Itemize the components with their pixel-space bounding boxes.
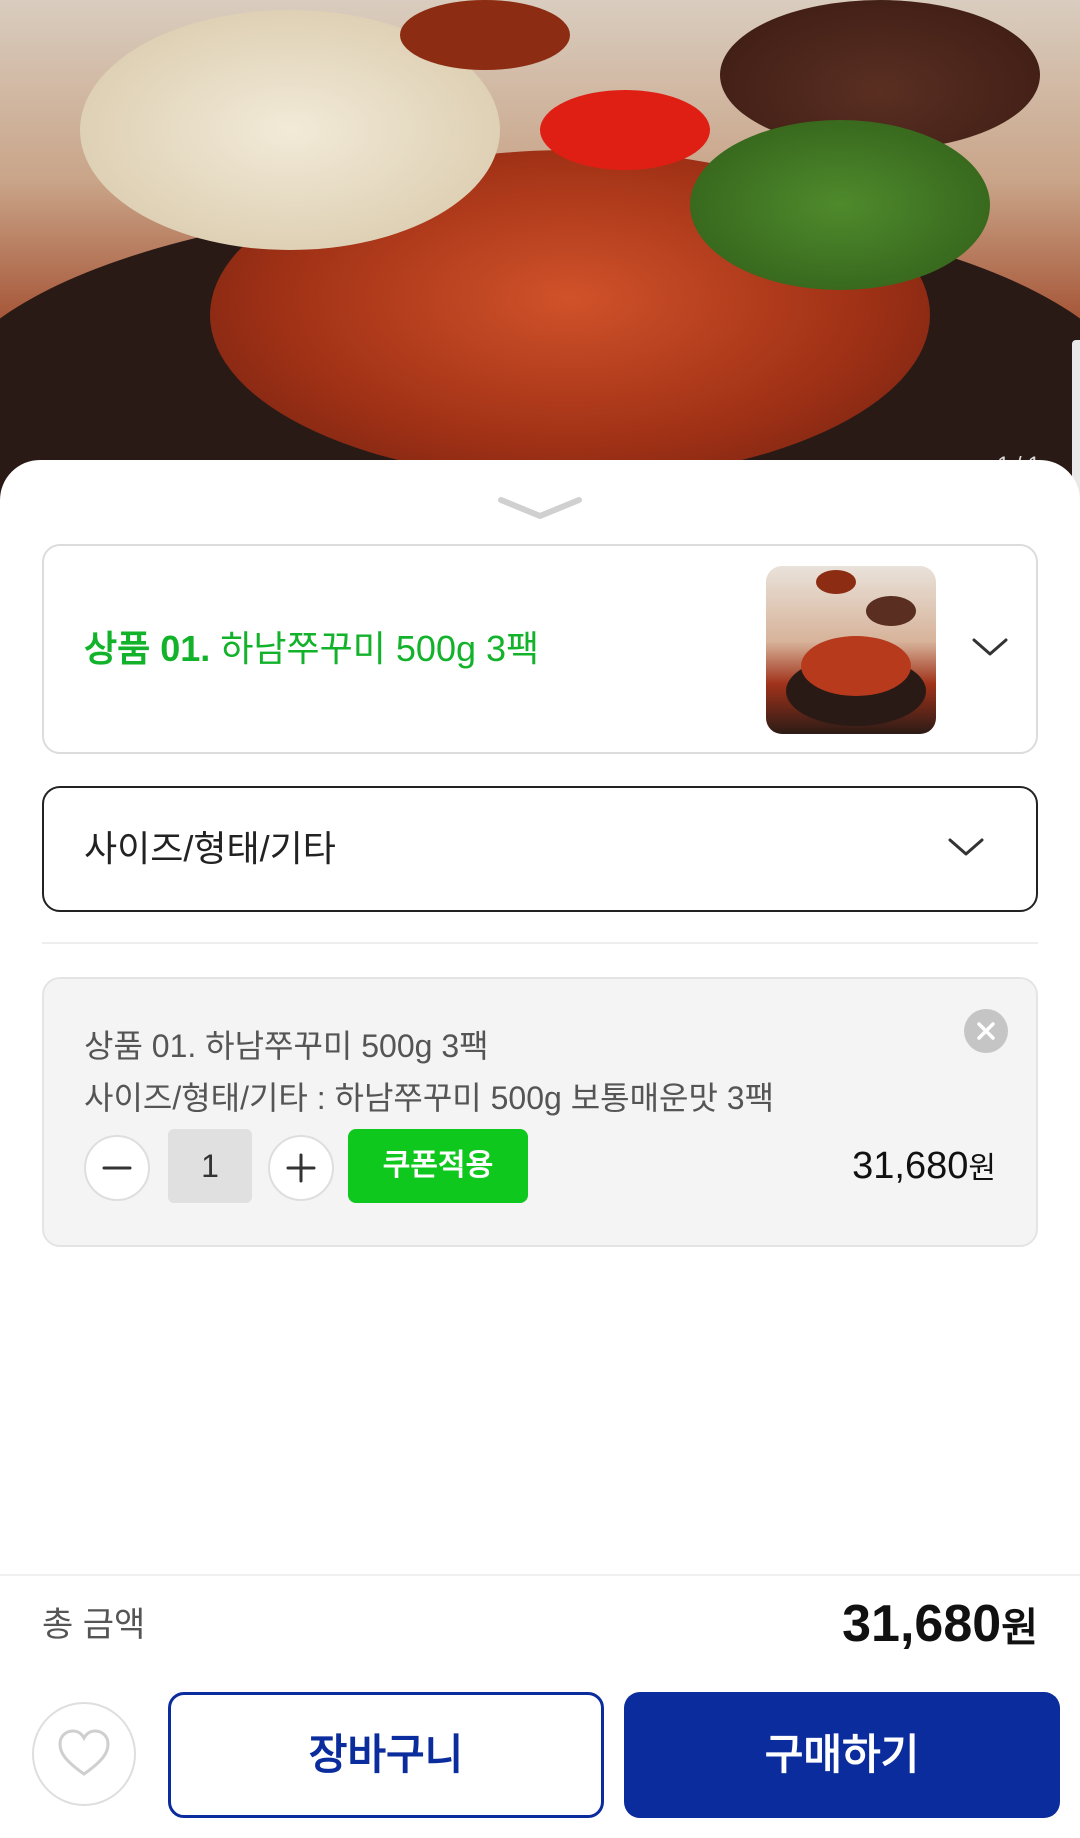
product-hero-image: 1 / 1 [0,0,1080,520]
selected-product-name: 상품 01. 하남쭈꾸미 500g 3팩 [84,1028,489,1064]
plus-icon [286,1153,316,1183]
quantity-decrease-button[interactable] [84,1135,150,1201]
falling-piece-shape [400,0,570,70]
quantity-input[interactable]: 1 [168,1129,252,1203]
remove-option-button[interactable] [964,1009,1008,1053]
section-divider [42,942,1038,944]
close-icon [977,1022,995,1040]
quantity-increase-button[interactable] [268,1135,334,1201]
product-select-title: 상품 01. 하남쭈꾸미 500g 3팩 [84,546,539,752]
selected-option-detail: 사이즈/형태/기타 : 하남쭈꾸미 500g 보통매운맛 3팩 [84,1080,775,1116]
buy-now-button[interactable]: 구매하기 [624,1692,1060,1818]
apply-coupon-button[interactable]: 쿠폰적용 [348,1129,528,1203]
option-select-dropdown[interactable]: 사이즈/형태/기타 [42,786,1038,912]
heart-icon [58,1729,110,1776]
chevron-down-icon [948,838,984,856]
total-amount-label: 총 금액 [42,1606,146,1644]
add-to-cart-button[interactable]: 장바구니 [168,1692,604,1818]
total-amount: 31,680원 [842,1592,1038,1660]
total-amount-currency: 원 [1001,1606,1038,1650]
product-number: 상품 01. [84,628,211,669]
collapse-handle[interactable] [495,490,585,526]
total-amount-value: 31,680 [842,1595,1002,1653]
leaf-shape [690,120,990,290]
product-name: 하남쭈꾸미 500g 3팩 [220,628,540,669]
item-price: 31,680원 [852,1129,996,1206]
product-select-dropdown[interactable]: 상품 01. 하남쭈꾸미 500g 3팩 [42,544,1038,754]
selected-option-card: 상품 01. 하남쭈꾸미 500g 3팩 사이즈/형태/기타 : 하남쭈꾸미 5… [42,977,1038,1247]
option-select-label: 사이즈/형태/기타 [84,828,336,869]
chevron-down-icon [972,638,1008,656]
product-thumbnail [766,566,936,734]
minus-icon [102,1166,132,1170]
wishlist-button[interactable] [32,1702,136,1806]
footer-divider [0,1574,1080,1576]
item-price-value: 31,680 [852,1145,969,1187]
chevron-down-icon [498,497,582,519]
chili-shape [540,90,710,170]
item-price-currency: 원 [968,1152,996,1185]
